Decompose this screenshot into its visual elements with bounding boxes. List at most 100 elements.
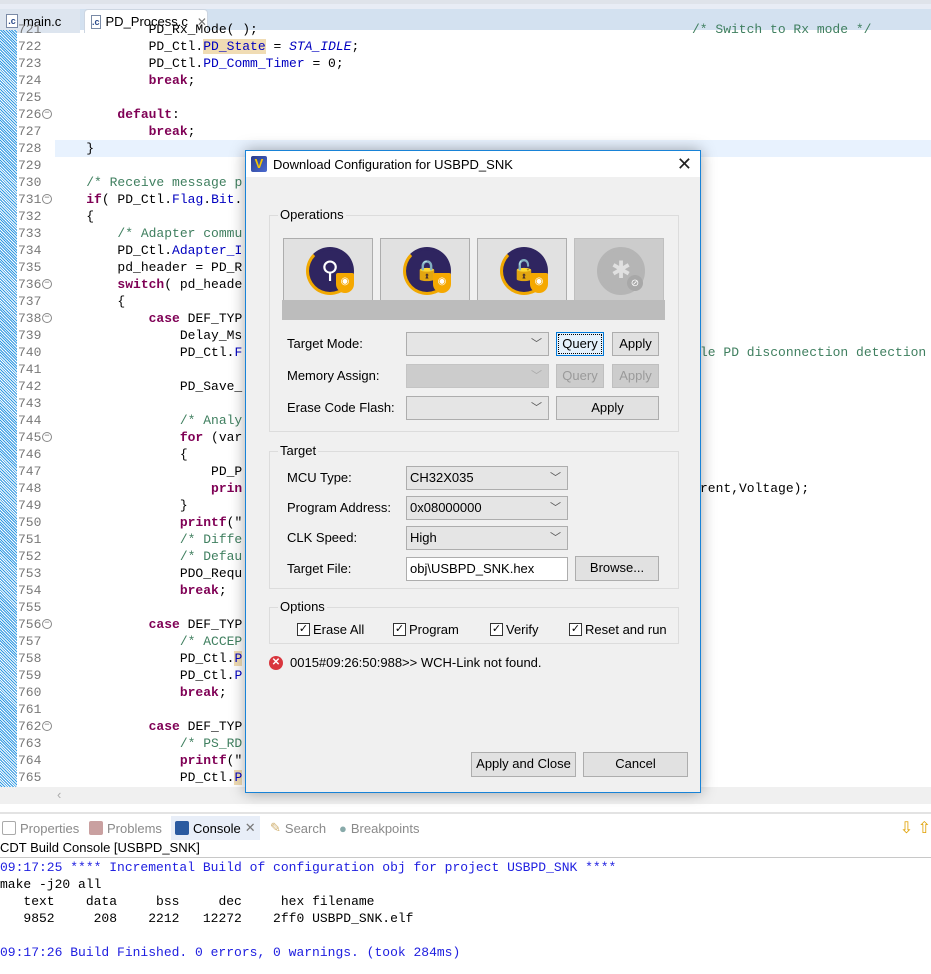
views-tab-bar: Properties Problems Console ✕ ✎ Search ● Br… <box>0 812 931 840</box>
code-token: /* Switch to Rx mode */ <box>692 22 872 37</box>
debug-disable-button[interactable]: ✱ ⊘ <box>574 238 664 301</box>
code-token: = 0; <box>304 56 344 71</box>
code-line[interactable]: PD_Ctl.PD_Comm_Timer = 0; <box>55 55 931 72</box>
line-number: 721 <box>18 22 42 37</box>
line-number: 752 <box>18 549 42 564</box>
program-address-select[interactable]: 0x08000000 ﹀ <box>406 496 568 520</box>
line-number: 729 <box>18 158 42 173</box>
close-icon[interactable]: ✕ <box>677 154 692 175</box>
program-address-label: Program Address: <box>287 500 392 515</box>
code-token: . <box>203 192 212 207</box>
erase-code-flash-select[interactable]: ﹀ <box>406 396 549 420</box>
code-line[interactable]: break; <box>55 72 931 89</box>
console-title: CDT Build Console [USBPD_SNK] <box>0 839 931 858</box>
mcu-type-select[interactable]: CH32X035 ﹀ <box>406 466 568 490</box>
code-token: PDO_Requ <box>55 566 243 581</box>
console-line: text data bss dec hex filename <box>0 894 375 909</box>
code-token: break <box>179 583 219 598</box>
line-number: 744 <box>18 413 42 428</box>
tab-problems[interactable]: Problems <box>89 816 162 840</box>
fold-toggle-icon[interactable]: − <box>42 279 52 289</box>
code-token: ; <box>351 39 360 54</box>
group-label: Operations <box>278 207 346 222</box>
target-mode-select[interactable]: ﹀ <box>406 332 549 356</box>
code-token: Delay_Ms <box>55 328 243 343</box>
chevron-down-icon: ﹀ <box>531 402 542 414</box>
code-token: prin <box>211 481 243 496</box>
fold-toggle-icon[interactable]: − <box>42 619 52 629</box>
code-token: ; <box>187 73 196 88</box>
memory-assign-query-button[interactable]: Query <box>556 364 604 388</box>
target-file-input[interactable]: obj\USBPD_SNK.hex <box>406 557 568 581</box>
clk-speed-label: CLK Speed: <box>287 530 358 545</box>
scroll-left-icon[interactable]: ‹ <box>57 787 61 802</box>
code-token: P <box>234 651 243 666</box>
line-number: 734 <box>18 243 42 258</box>
erase-apply-button[interactable]: Apply <box>556 396 659 420</box>
fold-toggle-icon[interactable]: − <box>42 194 52 204</box>
code-token: /* Adapter commu <box>117 226 243 241</box>
tab-console[interactable]: Console ✕ <box>171 816 260 840</box>
clk-speed-select[interactable]: High ﹀ <box>406 526 568 550</box>
arrow-up-icon[interactable]: ⇧ <box>918 820 931 837</box>
arrow-down-icon[interactable]: ⇩ <box>900 820 913 837</box>
code-token: /* Defau <box>179 549 243 564</box>
line-number: 757 <box>18 634 42 649</box>
fold-toggle-icon[interactable]: − <box>42 721 52 731</box>
target-mode-apply-button[interactable]: Apply <box>612 332 659 356</box>
code-token: rent,Voltage); <box>700 481 810 496</box>
code-token: PD_Ctl. <box>55 651 235 666</box>
code-token: PD_Ctl. <box>55 243 173 258</box>
code-line[interactable]: break; <box>55 123 931 140</box>
target-mode-query-button[interactable]: Query <box>556 332 604 356</box>
target-group: Target MCU Type: CH32X035 ﹀ Program Addre… <box>269 443 679 589</box>
c-file-icon: .c <box>6 14 18 28</box>
tab-breakpoints[interactable]: ● Breakpoints <box>339 816 420 840</box>
erase-all-checkbox[interactable]: ✓ Erase All <box>297 622 364 637</box>
line-number: 754 <box>18 583 42 598</box>
shield-eye-icon: ◉ <box>433 273 451 293</box>
line-number: 737 <box>18 294 42 309</box>
query-button[interactable]: ⚲ ◉ <box>283 238 373 301</box>
program-checkbox[interactable]: ✓ Program <box>393 622 459 637</box>
line-number: 723 <box>18 56 42 71</box>
code-line[interactable]: default: <box>55 106 931 123</box>
chevron-down-icon: ﹀ <box>550 502 561 514</box>
memory-assign-select[interactable]: ﹀ <box>406 364 549 388</box>
target-mode-label: Target Mode: <box>287 336 363 351</box>
unprotect-button[interactable]: 🔓 ◉ <box>477 238 567 301</box>
code-line[interactable]: PD_Ctl.PD_State = STA_IDLE; <box>55 38 931 55</box>
fold-toggle-icon[interactable]: − <box>42 109 52 119</box>
code-token: F <box>234 345 243 360</box>
code-line[interactable] <box>55 89 931 106</box>
code-token: ( pd_heade <box>164 277 243 292</box>
cancel-button[interactable]: Cancel <box>583 752 688 777</box>
error-icon: ✕ <box>269 655 283 670</box>
fold-toggle-icon[interactable]: − <box>42 432 52 442</box>
browse-button[interactable]: Browse... <box>575 556 659 581</box>
line-number: 738− <box>18 310 54 327</box>
verify-checkbox[interactable]: ✓ Verify <box>490 622 539 637</box>
tab-search[interactable]: ✎ Search <box>270 816 326 840</box>
protect-button[interactable]: 🔒 ◉ <box>380 238 470 301</box>
code-token: PD_P <box>55 464 243 479</box>
status-message: ✕ 0015#09:26:50:988>> WCH-Link not found… <box>269 655 542 670</box>
fold-toggle-icon[interactable]: − <box>42 313 52 323</box>
code-token: case <box>148 719 180 734</box>
apply-and-close-button[interactable]: Apply and Close <box>471 752 576 777</box>
close-icon[interactable]: ✕ <box>245 820 256 836</box>
memory-assign-apply-button[interactable]: Apply <box>612 364 659 388</box>
code-token: PD_Ctl. <box>55 345 235 360</box>
change-ruler <box>0 30 17 787</box>
code-line[interactable]: PD_Rx_Mode( ); /* Switch to Rx mode */ <box>55 21 931 38</box>
tab-properties[interactable]: Properties <box>2 816 79 840</box>
progress-bar <box>282 300 665 320</box>
console-output[interactable]: 09:17:25 **** Incremental Build of confi… <box>0 859 616 961</box>
reset-and-run-checkbox[interactable]: ✓ Reset and run <box>569 622 667 637</box>
line-number: 760 <box>18 685 42 700</box>
memory-assign-label: Memory Assign: <box>287 368 380 383</box>
